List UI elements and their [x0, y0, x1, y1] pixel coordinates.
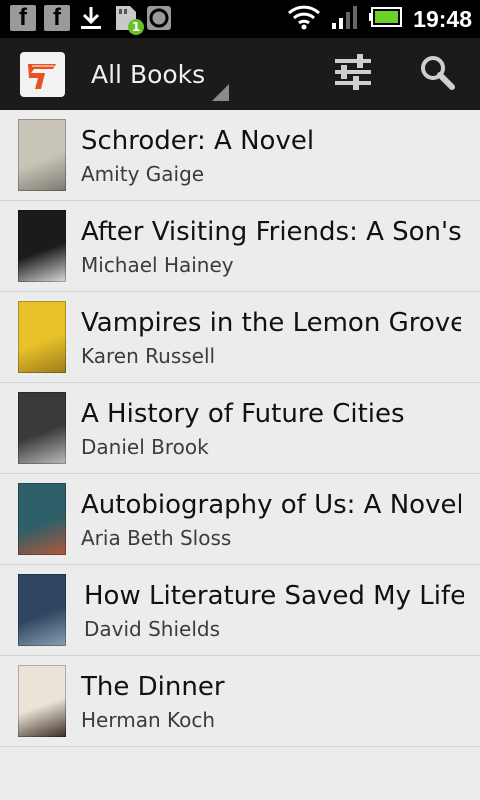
book-title: The Dinner	[81, 672, 225, 702]
download-icon	[78, 5, 104, 31]
filter-button[interactable]	[316, 38, 390, 110]
list-item[interactable]: A History of Future Cities Daniel Brook	[0, 383, 480, 474]
notification-icons: f f 1	[10, 4, 172, 35]
book-author: Aria Beth Sloss	[81, 526, 232, 550]
book-author: Michael Hainey	[81, 253, 234, 277]
book-cover	[18, 119, 66, 191]
app-logo-icon[interactable]	[20, 52, 65, 97]
book-author: Herman Koch	[81, 708, 216, 732]
book-title: Autobiography of Us: A Novel	[81, 490, 461, 520]
facebook-icon: f	[44, 4, 70, 31]
sliders-icon	[333, 54, 373, 94]
book-title: Vampires in the Lemon Grove: Stories	[81, 308, 461, 338]
book-cover	[18, 665, 66, 737]
search-icon	[419, 54, 455, 94]
book-cover	[18, 301, 66, 373]
list-item[interactable]: After Visiting Friends: A Son's Story Mi…	[0, 201, 480, 292]
book-title: How Literature Saved My Life	[84, 581, 464, 611]
list-item[interactable]: The Dinner Herman Koch	[0, 656, 480, 747]
book-author: Amity Gaige	[81, 162, 205, 186]
book-list: Schroder: A Novel Amity Gaige After Visi…	[0, 110, 480, 747]
library-filter-dropdown[interactable]: All Books	[91, 60, 205, 89]
list-item[interactable]: Schroder: A Novel Amity Gaige	[0, 110, 480, 201]
list-item[interactable]: Vampires in the Lemon Grove: Stories Kar…	[0, 292, 480, 383]
battery-icon	[369, 6, 403, 32]
search-button[interactable]	[400, 38, 474, 110]
list-item[interactable]: How Literature Saved My Life David Shiel…	[0, 565, 480, 656]
wifi-icon	[287, 4, 321, 34]
book-title: A History of Future Cities	[81, 399, 405, 429]
dropdown-indicator-icon	[212, 84, 229, 101]
book-cover	[18, 392, 66, 464]
sd-card-icon: 1	[112, 5, 144, 35]
book-author: Karen Russell	[81, 344, 216, 368]
notification-count-badge: 1	[128, 19, 144, 35]
clock: 19:48	[413, 5, 472, 32]
book-cover	[18, 483, 66, 555]
action-bar: All Books	[0, 38, 480, 112]
status-bar: f f 1 19:48	[0, 0, 480, 38]
signal-icon	[331, 4, 359, 34]
book-author: Daniel Brook	[81, 435, 209, 459]
book-cover	[18, 574, 66, 646]
circle-icon	[146, 5, 172, 31]
book-title: Schroder: A Novel	[81, 126, 315, 156]
book-cover	[18, 210, 66, 282]
list-item[interactable]: Autobiography of Us: A Novel Aria Beth S…	[0, 474, 480, 565]
book-author: David Shields	[84, 617, 221, 641]
facebook-icon: f	[10, 4, 36, 31]
book-title: After Visiting Friends: A Son's Story	[81, 217, 461, 247]
